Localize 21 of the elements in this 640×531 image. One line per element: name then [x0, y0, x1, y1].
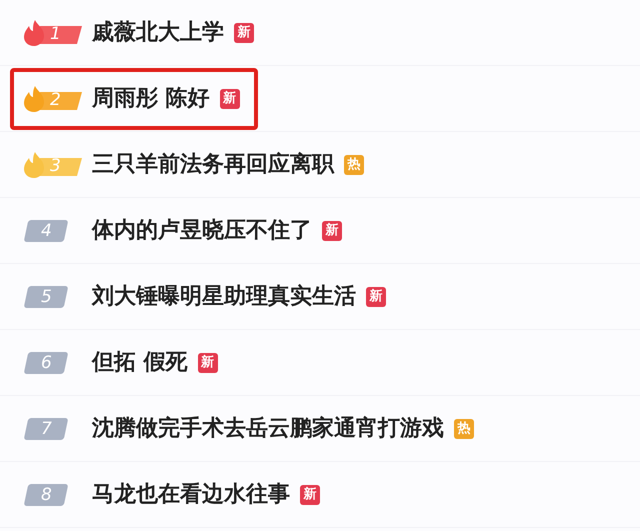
topic-tag: 新: [234, 22, 254, 42]
topic-tag: 热: [344, 154, 364, 174]
topic-tag: 新: [366, 286, 386, 306]
rank-badge: 8: [24, 484, 68, 506]
topic-title[interactable]: 周雨彤 陈好: [92, 82, 210, 115]
topic-title[interactable]: 沈腾做完手术去岳云鹏家通宵打游戏: [92, 412, 444, 445]
rank-badge: 6: [24, 352, 68, 374]
topic-tag: 新: [220, 88, 240, 108]
rank-badge: 5: [24, 286, 68, 308]
topic-title[interactable]: 体内的卢昱晓压不住了: [92, 214, 312, 247]
topic-tag: 热: [454, 418, 474, 438]
topic-title[interactable]: 三只羊前法务再回应离职: [92, 148, 334, 181]
rank-badge: 7: [24, 418, 68, 440]
topic-tag: 新: [300, 484, 320, 504]
topic-title[interactable]: 但拓 假死: [92, 346, 188, 379]
topic-title[interactable]: 马龙也在看边水往事: [92, 478, 290, 511]
topic-tag: 新: [322, 220, 342, 240]
rank-badge: 4: [24, 220, 68, 242]
topic-title[interactable]: 刘大锤曝明星助理真实生活: [92, 280, 356, 313]
topic-title[interactable]: 戚薇北大上学: [92, 16, 224, 49]
topic-tag: 新: [198, 352, 218, 372]
